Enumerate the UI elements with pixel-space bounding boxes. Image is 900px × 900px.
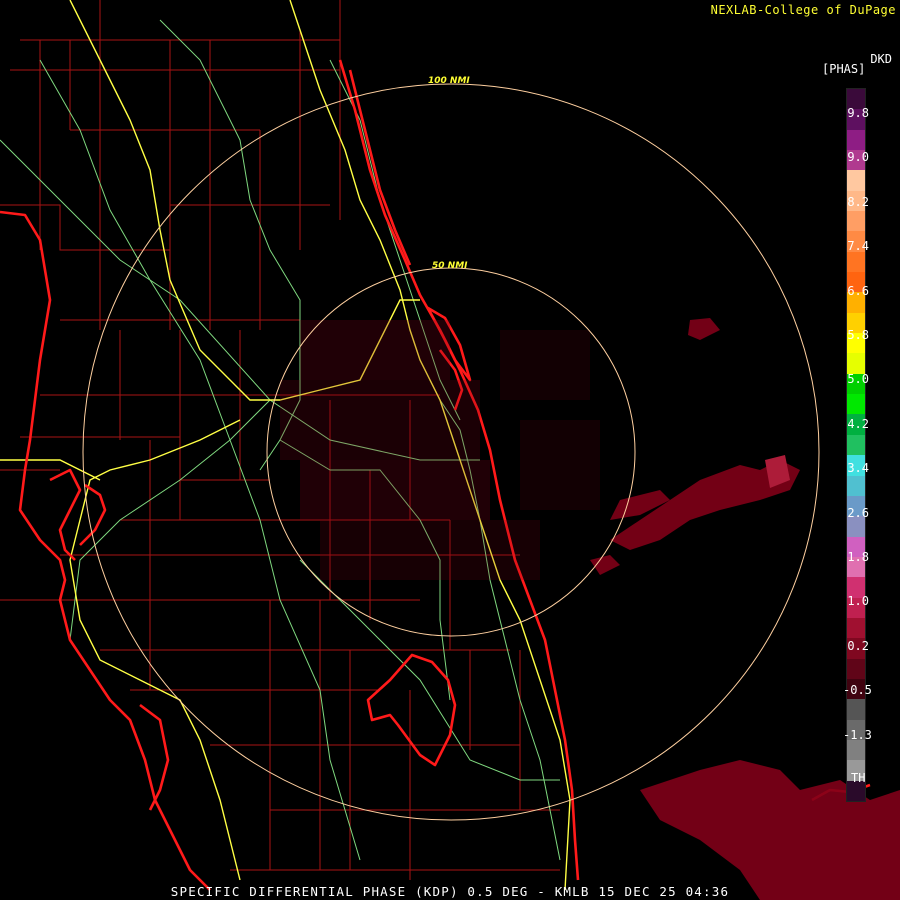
- units-label: [PHAS]: [822, 62, 866, 76]
- scale-tick-label: -0.5: [843, 683, 872, 698]
- scale-tick-label: 6.6: [847, 283, 869, 298]
- scale-swatch: [847, 739, 865, 761]
- radar-map: 100 NMI 50 NMI: [0, 0, 900, 900]
- scale-tick-label: 1.8: [847, 550, 869, 564]
- product-code: DKD: [870, 52, 892, 66]
- scale-swatch: [847, 475, 865, 497]
- scale-tick-label: 1.0: [847, 594, 869, 609]
- scale-tick-label: 9.8: [847, 106, 869, 120]
- credit-label: NEXLAB-College of DuPage: [710, 3, 896, 17]
- scale-tick-label: -1.3: [843, 727, 872, 742]
- scale-tick-label: 9.0: [847, 150, 869, 165]
- scale-swatch: [847, 434, 865, 456]
- product-footer: SPECIFIC DIFFERENTIAL PHASE (KDP) 0.5 DE…: [170, 884, 730, 899]
- ground-clutter: [280, 320, 600, 580]
- scale-tick-label: 2.6: [847, 505, 869, 520]
- scale-swatch: [847, 211, 865, 232]
- ring-labels: 100 NMI 50 NMI: [428, 76, 470, 271]
- scale-swatch: [847, 394, 865, 415]
- scale-swatch: [847, 699, 865, 721]
- scale-swatch: [847, 617, 865, 639]
- scale-tick-label: 5.0: [847, 372, 869, 387]
- scale-swatch: [847, 251, 865, 273]
- threshold-label: TH: [851, 771, 866, 785]
- scale-swatch: [847, 129, 865, 151]
- scale-swatch: [847, 170, 865, 192]
- scale-swatch: [847, 658, 865, 680]
- ring-label-100: 100 NMI: [428, 76, 470, 86]
- scale-swatch: [847, 353, 865, 375]
- scale-tick-label: 4.2: [847, 416, 869, 431]
- scale-tick-label: 8.2: [847, 194, 869, 209]
- ring-label-50: 50 NMI: [432, 261, 468, 271]
- scale-tick-label: 7.4: [847, 239, 869, 254]
- scale-tick-label: 3.4: [847, 461, 869, 476]
- scale-tick-label: 5.8: [847, 328, 869, 342]
- scale-tick-label: 0.2: [847, 638, 869, 653]
